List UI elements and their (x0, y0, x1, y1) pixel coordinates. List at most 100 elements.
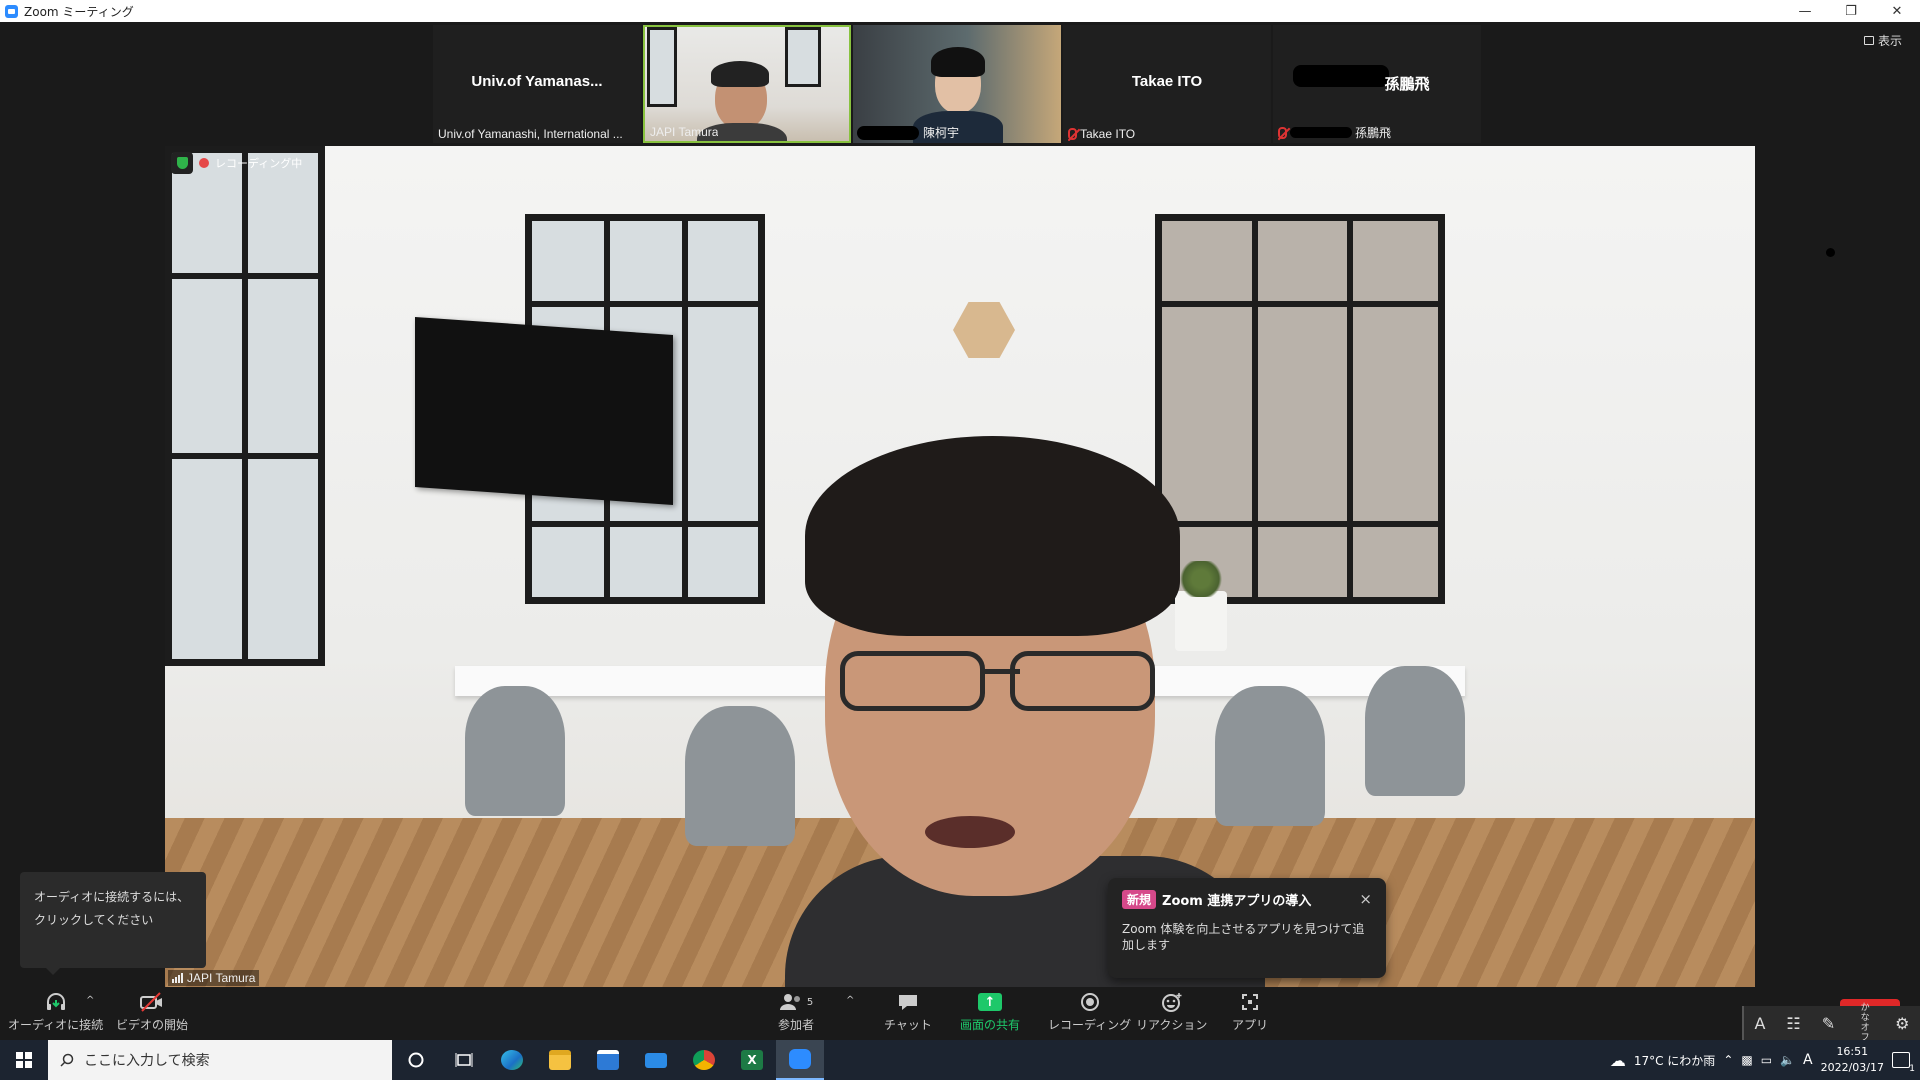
ime-indicator[interactable]: A (1803, 1052, 1813, 1068)
mic-muted-icon (1068, 128, 1077, 140)
participant-tile[interactable]: Takae ITO Takae ITO (1063, 25, 1271, 143)
bg-window (647, 27, 677, 107)
ime-mode-a[interactable]: A (1754, 1014, 1765, 1033)
mail-icon (645, 1052, 667, 1068)
close-window-button[interactable]: ✕ (1874, 0, 1920, 22)
record-icon (1080, 993, 1099, 1011)
system-tray: ☁ 17°C にわか雨 ⌃ ▩ ▭ 🔈 A 16:51 2022/03/17 1 (1610, 1040, 1920, 1080)
meeting-toolbar: オーディオに接続 ^ ビデオの開始 5 参加者 ^ チャット ↑ 画面の共有 レ… (0, 987, 1920, 1040)
security-shield-icon[interactable] (171, 152, 193, 174)
weather-text[interactable]: 17°C にわか雨 (1634, 1052, 1715, 1069)
record-button[interactable]: レコーディング (1048, 991, 1131, 1033)
window-controls: — ❐ ✕ (1782, 0, 1920, 22)
participant-caption: 孫鵬飛 (1278, 124, 1391, 141)
search-icon (60, 1053, 74, 1067)
notification-close-button[interactable]: × (1359, 890, 1372, 908)
file-explorer-app[interactable] (536, 1040, 584, 1080)
grid-view-icon (1863, 36, 1874, 45)
volume-icon[interactable]: 🔈 (1780, 1053, 1795, 1067)
audio-connect-tooltip[interactable]: オーディオに接続するには、クリックしてください (20, 872, 206, 975)
window-title: Zoom ミーティング (24, 4, 134, 19)
chrome-app[interactable] (680, 1040, 728, 1080)
weather-icon[interactable]: ☁ (1610, 1051, 1626, 1070)
taskbar-search[interactable]: ここに入力して検索 (48, 1040, 392, 1080)
speaker-name-tag: JAPI Tamura (168, 970, 260, 986)
participants-icon (779, 994, 800, 1010)
signal-strength-icon (172, 973, 183, 983)
clock-date: 2022/03/17 (1820, 1061, 1884, 1074)
redaction-mark (1290, 127, 1352, 138)
zoom-icon (789, 1049, 811, 1069)
restore-button[interactable]: ❐ (1828, 0, 1874, 22)
share-screen-icon: ↑ (978, 993, 1002, 1011)
folder-icon (549, 1050, 571, 1070)
zoom-app[interactable] (776, 1040, 824, 1080)
bg-window (785, 27, 821, 87)
mic-muted-icon (1278, 126, 1287, 139)
ime-settings-icon[interactable]: ⚙ (1895, 1014, 1909, 1033)
cortana-button[interactable] (392, 1040, 440, 1080)
recording-indicator[interactable]: レコーディング中 (171, 152, 302, 174)
windows-logo-icon (16, 1052, 32, 1068)
apps-notification[interactable]: 新規 Zoom 連携アプリの導入 × Zoom 体験を向上させるアプリを見つけて… (1108, 878, 1386, 978)
redaction-mark (857, 126, 919, 140)
task-view-icon (455, 1053, 473, 1067)
excel-icon: X (741, 1050, 763, 1070)
participant-tile-video[interactable]: JAPI Tamura (643, 25, 851, 143)
participant-display-name: 孫鵬飛 (1384, 76, 1430, 93)
participant-tile-video[interactable]: 陳柯宇 (853, 25, 1061, 143)
ime-toolbar: A ☷ ✎ か な オ フ ⚙ (1742, 1003, 1920, 1043)
meeting-stage: 表示 Univ.of Yamanas... Univ.of Yamanashi,… (0, 22, 1920, 988)
bg-chair (465, 686, 565, 816)
edge-app[interactable] (488, 1040, 536, 1080)
reaction-icon (1161, 993, 1182, 1012)
task-view-button[interactable] (440, 1040, 488, 1080)
chat-button[interactable]: チャット (884, 991, 932, 1033)
tray-overflow-icon[interactable]: ⌃ (1723, 1053, 1733, 1067)
share-screen-button[interactable]: ↑ 画面の共有 (960, 991, 1020, 1033)
view-button[interactable]: 表示 (1863, 32, 1902, 49)
windows-taskbar: ここに入力して検索 X ☁ 17°C にわか雨 ⌃ ▩ ▭ 🔈 A 16:51 … (0, 1040, 1920, 1080)
headphones-icon (46, 993, 65, 1010)
video-off-icon (140, 992, 162, 1012)
view-button-label: 表示 (1877, 34, 1902, 48)
participant-tile[interactable]: Univ.of Yamanas... Univ.of Yamanashi, In… (433, 25, 641, 143)
minimize-button[interactable]: — (1782, 0, 1828, 22)
participant-caption: Takae ITO (1068, 127, 1135, 141)
excel-app[interactable]: X (728, 1040, 776, 1080)
reactions-button[interactable]: リアクション (1136, 991, 1207, 1033)
mail-app[interactable] (632, 1040, 680, 1080)
start-video-button[interactable]: ビデオの開始 (116, 991, 188, 1033)
participant-display-name: Univ.of Yamanas... (471, 73, 603, 90)
display-icon[interactable]: ▭ (1761, 1053, 1772, 1067)
notification-title: Zoom 連携アプリの導入 (1162, 894, 1312, 909)
store-app[interactable] (584, 1040, 632, 1080)
window-titlebar: Zoom ミーティング — ❐ ✕ (0, 0, 1920, 22)
participant-tile[interactable]: 孫鵬飛 孫鵬飛 (1273, 25, 1481, 143)
action-center-icon[interactable]: 1 (1892, 1052, 1915, 1074)
active-speaker-video[interactable]: レコーディング中 (165, 146, 1755, 988)
ime-kana-toggle[interactable]: か な オ フ (1856, 1003, 1874, 1043)
participants-options-caret[interactable]: ^ (846, 995, 854, 1006)
ime-pad-icon[interactable]: ✎ (1822, 1014, 1835, 1033)
zoom-logo-icon (5, 4, 18, 18)
recording-dot-icon (199, 158, 209, 168)
bg-television (415, 316, 673, 506)
notification-count: 1 (1909, 1064, 1915, 1074)
bg-window-left (165, 146, 325, 666)
participant-strip: Univ.of Yamanas... Univ.of Yamanashi, In… (433, 25, 1487, 143)
participant-caption: Univ.of Yamanashi, International ... (438, 127, 623, 141)
cortana-icon (408, 1052, 424, 1068)
ime-dictionary-icon[interactable]: ☷ (1786, 1014, 1800, 1033)
notification-body: Zoom 体験を向上させるアプリを見つけて追加します (1122, 922, 1365, 952)
audio-options-caret[interactable]: ^ (86, 995, 94, 1006)
apps-button[interactable]: アプリ (1232, 991, 1268, 1033)
start-button[interactable] (0, 1040, 48, 1080)
participants-button[interactable]: 5 参加者 (778, 991, 814, 1033)
taskbar-clock[interactable]: 16:51 2022/03/17 (1821, 1044, 1884, 1076)
new-badge: 新規 (1122, 890, 1157, 909)
participant-caption: JAPI Tamura (650, 125, 719, 139)
network-icon[interactable]: ▩ (1741, 1053, 1752, 1067)
participant-hair (711, 61, 769, 87)
apps-icon (1242, 994, 1258, 1010)
